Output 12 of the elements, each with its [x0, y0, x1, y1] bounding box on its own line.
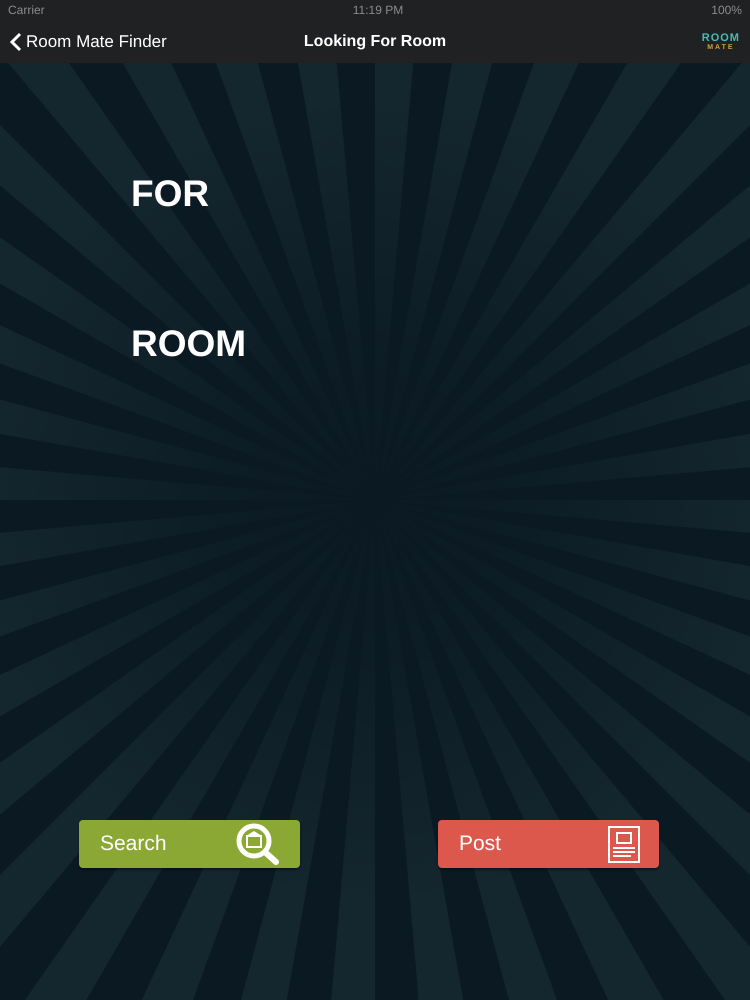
heading: ROOM — [131, 323, 246, 364]
post-button[interactable]: Post — [438, 820, 659, 868]
screen-title: Looking For Room — [304, 32, 446, 50]
status-time: 11:19 PM — [352, 3, 404, 17]
magnifier-icon — [234, 822, 282, 866]
heading: FOR — [131, 173, 210, 214]
back-button[interactable]: Room Mate Finder — [10, 32, 230, 52]
carrier-label: Carrier — [8, 3, 45, 17]
back-icon — [10, 32, 22, 52]
search-button[interactable]: Search — [79, 820, 300, 868]
battery-label: 100% — [711, 3, 742, 17]
notepad-icon — [607, 824, 641, 864]
